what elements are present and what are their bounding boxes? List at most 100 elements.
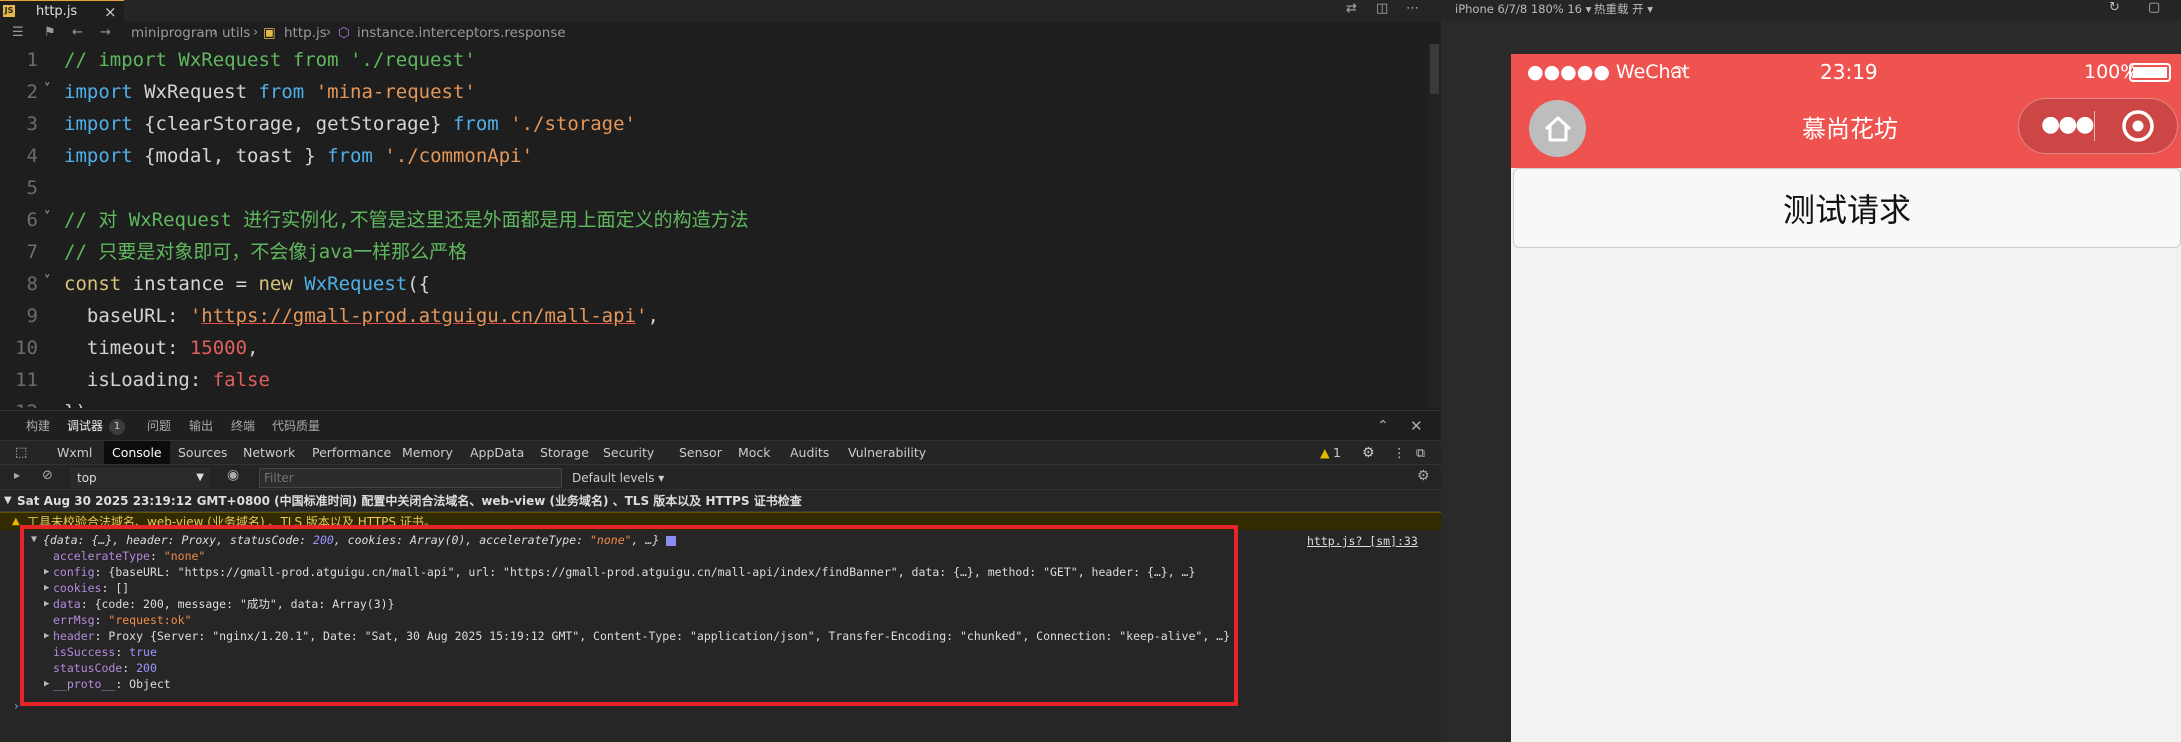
levels-label: Default levels	[572, 471, 655, 485]
tab-console[interactable]: Console	[104, 441, 170, 465]
test-request-button[interactable]: 测试请求	[1513, 168, 2181, 248]
expand-icon[interactable]: ▶	[44, 676, 49, 692]
close-capsule-icon[interactable]	[2119, 107, 2157, 145]
close-icon[interactable]: ✕	[1410, 411, 1423, 441]
line-number: 5	[26, 177, 38, 199]
object-summary[interactable]: {data: {…}, header: Proxy, statusCode: 2…	[43, 532, 677, 548]
expand-icon[interactable]: ▶	[44, 628, 49, 644]
tab-memory[interactable]: Memory	[402, 441, 453, 465]
chevron-right-icon: ›	[326, 25, 332, 40]
tab-http-js[interactable]: JS http.js ×	[0, 0, 124, 22]
line-number: 7	[26, 241, 38, 263]
expand-icon[interactable]: ▶	[44, 596, 49, 612]
gear-icon[interactable]: ⚙	[1362, 441, 1375, 465]
tab-network[interactable]: Network	[243, 441, 295, 465]
tab-sources[interactable]: Sources	[178, 441, 227, 465]
tab-audits[interactable]: Audits	[790, 441, 829, 465]
source-link[interactable]: http.js? [sm]:33	[1307, 534, 1418, 548]
editor-scrollbar[interactable]	[1428, 44, 1441, 408]
expand-icon[interactable]: ▶	[44, 564, 49, 580]
device-select[interactable]: iPhone 6/7/8 180% 16 ▾	[1455, 1, 1591, 17]
fold-chevron-icon[interactable]: ˅	[44, 204, 51, 232]
more-icon[interactable]: ⋯	[1406, 0, 1419, 20]
line-number: 9	[26, 305, 38, 327]
tab-wxml[interactable]: Wxml	[57, 441, 92, 465]
tab-code-quality[interactable]: 代码质量	[272, 411, 320, 441]
fold-chevron-icon[interactable]: ˅	[44, 76, 51, 104]
simulator-toolbar: iPhone 6/7/8 180% 16 ▾ 热重载 开 ▾ ↻ ▢	[1441, 0, 2181, 20]
more-icon[interactable]: ⋮	[1393, 441, 1406, 465]
filter-input[interactable]	[259, 468, 562, 488]
tab-appdata[interactable]: AppData	[470, 441, 524, 465]
info-icon[interactable]	[666, 535, 677, 546]
window-icon[interactable]: ▢	[2148, 0, 2160, 16]
code-text: baseURL: 'https://gmall-prod.atguigu.cn/…	[64, 305, 659, 327]
prop-row[interactable]: config: {baseURL: "https://gmall-prod.at…	[53, 564, 1195, 580]
source-control-icon[interactable]: ⇄	[1346, 0, 1357, 20]
line-number: 1	[26, 49, 38, 71]
line-number: 11	[15, 369, 38, 391]
eye-icon[interactable]: ◉	[227, 467, 239, 483]
expand-icon[interactable]: ▼	[4, 490, 12, 512]
tab-debugger[interactable]: 调试器	[67, 411, 104, 441]
warning-icon[interactable]: ▲	[1320, 441, 1330, 465]
code-editor[interactable]: 1 // import WxRequest from './request' 2…	[0, 44, 1428, 408]
close-icon[interactable]: ×	[104, 1, 117, 23]
tab-problems[interactable]: 问题	[147, 411, 171, 441]
status-time: 23:19	[1820, 60, 1878, 84]
split-editor-icon[interactable]: ◫	[1376, 0, 1388, 20]
forward-arrow-icon[interactable]: →	[100, 22, 111, 44]
back-arrow-icon[interactable]: ←	[72, 22, 83, 44]
code-line: 10 timeout: 15000,	[0, 332, 1428, 364]
prop-row[interactable]: cookies: []	[53, 580, 129, 596]
dock-icon[interactable]: ⧉	[1416, 441, 1425, 465]
prop-row: statusCode: 200	[53, 661, 157, 675]
inspect-icon[interactable]: ⬚	[15, 441, 27, 465]
wifi-icon: ◠	[1670, 62, 1685, 82]
tab-storage[interactable]: Storage	[540, 441, 589, 465]
chevron-down-icon: ▼	[196, 472, 204, 483]
clear-console-icon[interactable]: ⊘	[42, 468, 53, 483]
levels-dropdown[interactable]: Default levels ▾	[572, 465, 664, 491]
context-select[interactable]: top ▼	[70, 468, 210, 488]
fold-chevron-icon[interactable]: ˅	[44, 268, 51, 296]
refresh-icon[interactable]: ↻	[2109, 0, 2120, 16]
code-line: 8 ˅ const instance = new WxRequest({	[0, 268, 1428, 300]
chevron-up-icon[interactable]: ⌃	[1377, 411, 1389, 441]
bookmark-icon[interactable]: ⚑	[44, 22, 56, 44]
prop-row[interactable]: data: {code: 200, message: "成功", data: A…	[53, 596, 395, 612]
tab-terminal[interactable]: 终端	[231, 411, 255, 441]
breadcrumb-http-js[interactable]: http.js	[284, 22, 327, 44]
console-output[interactable]: ▼ Sat Aug 30 2025 23:19:12 GMT+0800 (中国标…	[0, 490, 1441, 742]
code-line: 7 // 只要是对象即可，不会像java一样那么严格	[0, 236, 1428, 268]
tab-sensor[interactable]: Sensor	[679, 441, 722, 465]
breadcrumb-utils[interactable]: utils	[222, 22, 250, 44]
hot-reload-toggle[interactable]: 热重载 开 ▾	[1594, 1, 1653, 17]
chevron-right-icon: ›	[253, 25, 259, 40]
console-prompt-icon[interactable]: ›	[14, 699, 19, 713]
prop-row[interactable]: header: Proxy {Server: "nginx/1.20.1", D…	[53, 628, 1230, 644]
menu-capsule: ●●●	[2018, 98, 2178, 154]
home-button[interactable]	[1529, 100, 1586, 157]
expand-icon[interactable]: ▶	[44, 580, 49, 596]
context-value: top	[77, 471, 97, 485]
devtools-tabs: ⬚ Wxml Console Sources Network Performan…	[0, 440, 1441, 465]
tab-build[interactable]: 构建	[26, 411, 50, 441]
gear-icon[interactable]: ⚙	[1417, 468, 1430, 484]
expand-icon[interactable]: ▼	[31, 532, 37, 548]
sidebar-toggle-icon[interactable]: ▸	[14, 468, 20, 482]
tab-vulnerability[interactable]: Vulnerability	[848, 441, 926, 465]
warning-count[interactable]: 1	[1333, 441, 1341, 465]
editor-scroll-thumb[interactable]	[1430, 44, 1439, 94]
prop-row: errMsg: "request:ok"	[53, 613, 192, 627]
tab-security[interactable]: Security	[603, 441, 654, 465]
tab-output[interactable]: 输出	[189, 411, 213, 441]
breadcrumb-miniprogram[interactable]: miniprogram	[131, 22, 218, 44]
warning-icon: ▲	[12, 516, 20, 527]
more-dots-icon[interactable]: ●●●	[2041, 111, 2095, 139]
tab-mock[interactable]: Mock	[738, 441, 771, 465]
breadcrumb-symbol[interactable]: instance.interceptors.response	[357, 22, 566, 44]
tab-performance[interactable]: Performance	[312, 441, 391, 465]
list-icon[interactable]: ☰	[12, 22, 24, 44]
prop-row[interactable]: __proto__: Object	[53, 676, 171, 692]
